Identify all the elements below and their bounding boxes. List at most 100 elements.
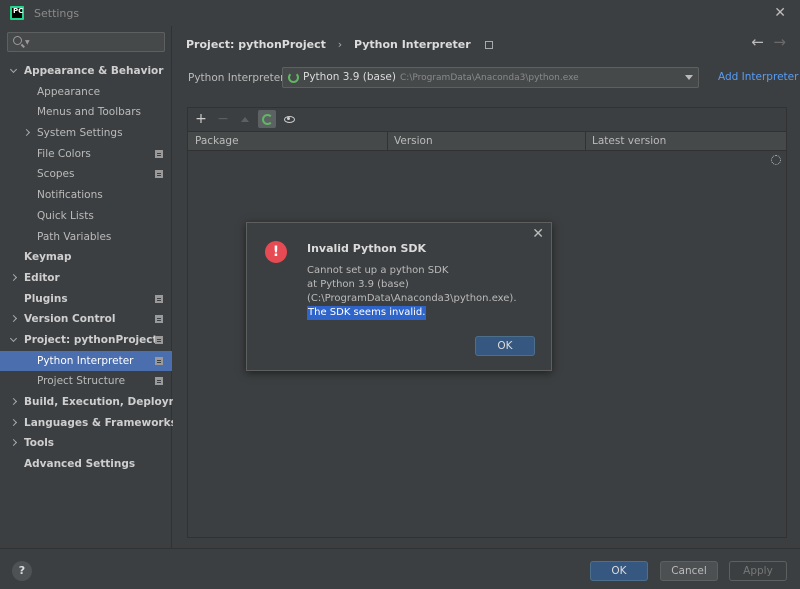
column-header-latest-version[interactable]: Latest version (592, 135, 666, 147)
sidebar-item-label: Scopes (37, 168, 75, 181)
interpreter-path: C:\ProgramData\Anaconda3\python.exe (400, 73, 579, 83)
sidebar-item-label: Python Interpreter (37, 354, 134, 367)
remove-package-button[interactable]: − (214, 110, 232, 128)
sidebar-item-label: Version Control (24, 313, 116, 326)
settings-sidebar: ▼ Appearance & Behavior Appearance Menus a… (0, 26, 199, 548)
sidebar-item-label: Notifications (37, 189, 103, 202)
chevron-right-icon[interactable] (9, 273, 18, 281)
column-header-version[interactable]: Version (394, 135, 433, 147)
add-interpreter-link[interactable]: Add Interpreter (718, 71, 800, 83)
chevron-down-icon[interactable] (9, 65, 18, 74)
sidebar-item-advanced-settings[interactable]: Advanced Settings (0, 454, 172, 475)
sidebar-item-label: Advanced Settings (24, 458, 136, 471)
packages-table-header: Package Version Latest version (188, 131, 786, 151)
dialog-message-line: Cannot set up a python SDK (307, 265, 449, 276)
sidebar-item-scopes[interactable]: Scopes (0, 164, 172, 185)
sidebar-item-label: Path Variables (37, 230, 112, 243)
invalid-sdk-dialog: ✕ ! Invalid Python SDK Cannot set up a p… (246, 222, 552, 371)
sidebar-item-system-settings[interactable]: System Settings (0, 123, 172, 144)
chevron-down-icon[interactable] (9, 334, 18, 342)
sidebar-item-label: Plugins (24, 292, 68, 305)
column-divider[interactable] (387, 132, 388, 151)
sidebar-item-label: System Settings (37, 127, 123, 140)
search-icon (13, 36, 22, 45)
dialog-message-highlighted: The SDK seems invalid. (307, 306, 427, 320)
refresh-button[interactable] (258, 110, 276, 128)
sidebar-item-label: Project: pythonProject (24, 333, 158, 346)
column-header-package[interactable]: Package (195, 135, 239, 147)
error-icon: ! (265, 241, 287, 263)
sidebar-item-label: Menus and Toolbars (37, 106, 142, 119)
column-divider[interactable] (585, 132, 586, 151)
dialog-message-line: (C:\ProgramData\Anaconda3\python.exe). (307, 293, 517, 304)
interpreter-select[interactable]: Python 3.9 (base) C:\ProgramData\Anaconda… (282, 67, 699, 88)
cancel-button[interactable]: Cancel (660, 561, 718, 581)
chevron-right-icon[interactable] (9, 315, 18, 323)
help-button[interactable]: ? (12, 561, 32, 581)
breadcrumb: Project: pythonProject › Python Interpre… (186, 38, 493, 51)
project-scope-icon (155, 149, 163, 158)
interpreter-label: Python Interpreter: (188, 72, 288, 84)
sidebar-item-editor[interactable]: Editor (0, 268, 172, 289)
settings-tree: Appearance & Behavior Appearance Menus and… (0, 61, 199, 475)
sidebar-item-quick-lists[interactable]: Quick Lists (0, 206, 172, 227)
sidebar-item-plugins[interactable]: Plugins (0, 289, 172, 310)
breadcrumb-parent[interactable]: Project: pythonProject (186, 38, 326, 51)
chevron-down-icon[interactable] (685, 75, 693, 80)
project-scope-icon (155, 335, 163, 344)
chevron-right-icon[interactable] (9, 397, 18, 406)
sidebar-item-build-execution-deployment[interactable]: Build, Execution, Deployment (0, 392, 199, 413)
title-bar: PC Settings ✕ (0, 0, 800, 26)
sidebar-item-label: Editor (24, 271, 60, 284)
chevron-right-icon[interactable] (9, 439, 18, 447)
dialog-title: Invalid Python SDK (307, 242, 427, 255)
settings-search-input[interactable]: ▼ (7, 32, 165, 52)
chevron-right-icon[interactable] (22, 129, 31, 137)
sidebar-item-appearance[interactable]: Appearance (0, 82, 172, 103)
python-loading-icon (288, 72, 299, 83)
sidebar-item-file-colors[interactable]: File Colors (0, 144, 172, 165)
sidebar-item-label: Keymap (24, 251, 72, 264)
sidebar-item-keymap[interactable]: Keymap (0, 247, 172, 268)
show-early-releases-button[interactable] (280, 110, 298, 128)
upgrade-package-button[interactable] (236, 110, 254, 128)
sidebar-item-label: Appearance & Behavior (24, 65, 164, 77)
sidebar-item-path-variables[interactable]: Path Variables (0, 227, 172, 248)
sidebar-item-languages-frameworks[interactable]: Languages & Frameworks (0, 413, 177, 434)
packages-toolbar: + − (188, 108, 786, 130)
sidebar-item-tools[interactable]: Tools (0, 433, 172, 454)
sidebar-item-appearance-behavior[interactable]: Appearance & Behavior (0, 61, 172, 82)
dialog-close-icon[interactable]: ✕ (532, 226, 544, 242)
loading-spinner-icon (771, 155, 781, 165)
settings-footer: ? OK Cancel Apply (0, 548, 800, 589)
sidebar-item-project-pythonproject[interactable]: Project: pythonProject (0, 330, 172, 351)
ok-button[interactable]: OK (590, 561, 648, 581)
sidebar-item-label: Tools (24, 437, 55, 450)
dialog-message-line: at Python 3.9 (base) (307, 279, 409, 290)
interpreter-value: Python 3.9 (base) C:\ProgramData\Anaconda… (303, 71, 579, 83)
sidebar-item-version-control[interactable]: Version Control (0, 309, 172, 330)
add-package-button[interactable]: + (192, 110, 210, 128)
project-scope-icon (155, 170, 163, 179)
window-title: Settings (34, 6, 80, 20)
chevron-right-icon[interactable] (9, 418, 18, 426)
sidebar-item-menus-and-toolbars[interactable]: Menus and Toolbars (0, 102, 172, 123)
sidebar-item-project-structure[interactable]: Project Structure (0, 371, 172, 392)
project-scope-icon (155, 356, 163, 365)
sidebar-item-label: Languages & Frameworks (24, 416, 177, 429)
sidebar-item-python-interpreter[interactable]: Python Interpreter (0, 350, 172, 372)
back-arrow-icon[interactable]: ← (751, 33, 764, 51)
window-close-icon[interactable]: ✕ (774, 5, 786, 21)
dialog-ok-button[interactable]: OK (475, 336, 535, 356)
search-dropdown-icon[interactable]: ▼ (25, 39, 30, 46)
pycharm-logo-icon: PC (10, 6, 24, 20)
refresh-icon (261, 113, 273, 125)
project-scope-icon (155, 294, 163, 303)
sidebar-item-label: Appearance (37, 85, 101, 98)
apply-button[interactable]: Apply (729, 561, 787, 581)
sidebar-item-label: Project Structure (37, 375, 126, 388)
project-scope-icon (484, 41, 493, 49)
forward-arrow-icon[interactable]: → (773, 33, 786, 51)
sidebar-item-label: Quick Lists (37, 209, 94, 222)
sidebar-item-notifications[interactable]: Notifications (0, 185, 172, 206)
